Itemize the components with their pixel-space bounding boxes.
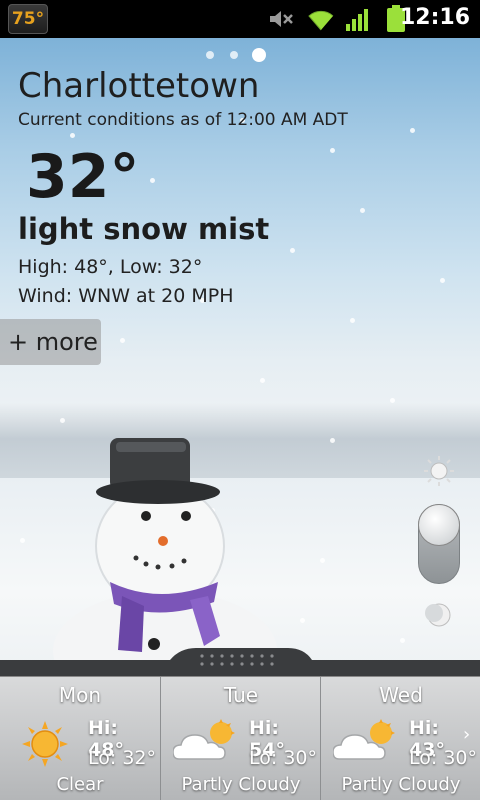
snowman-illustration bbox=[53, 438, 277, 660]
moon-icon bbox=[424, 600, 454, 634]
forecast-drawer-handle[interactable] bbox=[0, 646, 480, 676]
forecast-low: Lo: 30° bbox=[409, 747, 477, 769]
forecast-description: Partly Cloudy bbox=[341, 774, 461, 795]
more-button[interactable]: + more bbox=[0, 319, 101, 365]
status-bar: 75° 12:16 bbox=[0, 0, 480, 38]
day-name: Tue bbox=[223, 683, 259, 707]
city-name: Charlottetown bbox=[18, 66, 260, 106]
forecast-day-tue[interactable]: Tue Hi: 54° Lo: 30° Partly Cloudy bbox=[160, 677, 320, 800]
signal-icon bbox=[345, 8, 371, 36]
weather-scene: Charlottetown Current conditions as of 1… bbox=[0, 38, 480, 660]
observation-time: Current conditions as of 12:00 AM ADT bbox=[18, 110, 348, 130]
forecast-description: Partly Cloudy bbox=[181, 774, 301, 795]
high-low: High: 48°, Low: 32° bbox=[18, 256, 203, 278]
chevron-right-icon[interactable]: › bbox=[463, 724, 470, 745]
page-dot[interactable] bbox=[206, 51, 214, 59]
forecast-low: Lo: 32° bbox=[88, 747, 156, 769]
clock: 12:16 bbox=[399, 5, 470, 30]
current-condition: light snow mist bbox=[18, 212, 270, 246]
brightness-slider-knob[interactable] bbox=[418, 504, 460, 546]
mute-icon bbox=[268, 8, 294, 34]
forecast-panel[interactable]: Mon Hi: 48° Lo: 32° Clear Tue Hi: 54° Lo… bbox=[0, 676, 480, 800]
wifi-icon bbox=[305, 8, 337, 36]
day-name: Mon bbox=[58, 683, 102, 707]
temperature-notification-badge[interactable]: 75° bbox=[8, 4, 48, 34]
wind: Wind: WNW at 20 MPH bbox=[18, 285, 234, 307]
forecast-low: Lo: 30° bbox=[249, 747, 317, 769]
partly-cloudy-icon bbox=[332, 719, 397, 767]
page-dot-active[interactable] bbox=[252, 48, 266, 62]
partly-cloudy-icon bbox=[172, 719, 237, 767]
forecast-day-wed[interactable]: Wed Hi: 43° Lo: 30° Partly Cloudy bbox=[320, 677, 480, 800]
sun-icon bbox=[22, 721, 68, 771]
forecast-description: Clear bbox=[56, 774, 104, 795]
day-name: Wed bbox=[379, 683, 423, 707]
current-temperature: 32° bbox=[26, 142, 140, 212]
page-dot[interactable] bbox=[230, 51, 238, 59]
forecast-day-mon[interactable]: Mon Hi: 48° Lo: 32° Clear bbox=[0, 677, 160, 800]
sun-icon bbox=[424, 456, 454, 490]
